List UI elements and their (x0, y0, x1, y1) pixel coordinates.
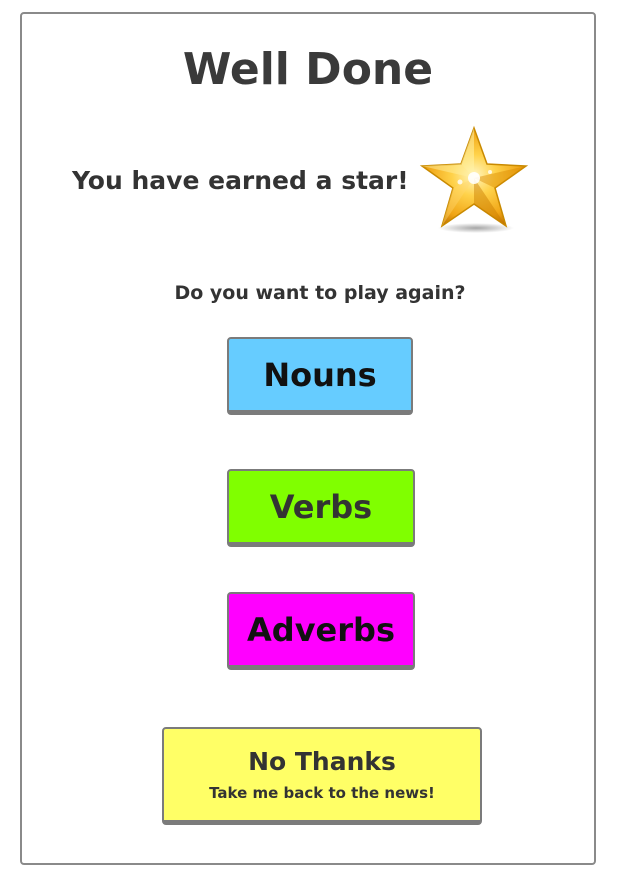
back-to-news-label: Take me back to the news! (209, 783, 435, 802)
no-thanks-label: No Thanks (248, 746, 396, 776)
no-thanks-button[interactable]: No Thanks Take me back to the news! (162, 727, 482, 825)
page-title: Well Done (182, 44, 434, 95)
play-again-prompt: Do you want to play again? (174, 282, 466, 304)
verbs-button-label: Verbs (269, 487, 373, 526)
nouns-button[interactable]: Nouns (227, 337, 413, 415)
earned-star-message: You have earned a star! (72, 166, 409, 195)
verbs-button[interactable]: Verbs (227, 469, 415, 547)
nouns-button-label: Nouns (263, 355, 377, 394)
well-done-panel: Well Done You have earned a star! Do you… (20, 12, 596, 865)
adverbs-button[interactable]: Adverbs (227, 592, 415, 670)
gold-star-icon (419, 125, 529, 233)
adverbs-button-label: Adverbs (247, 610, 395, 649)
star-award-row: You have earned a star! (72, 124, 542, 236)
